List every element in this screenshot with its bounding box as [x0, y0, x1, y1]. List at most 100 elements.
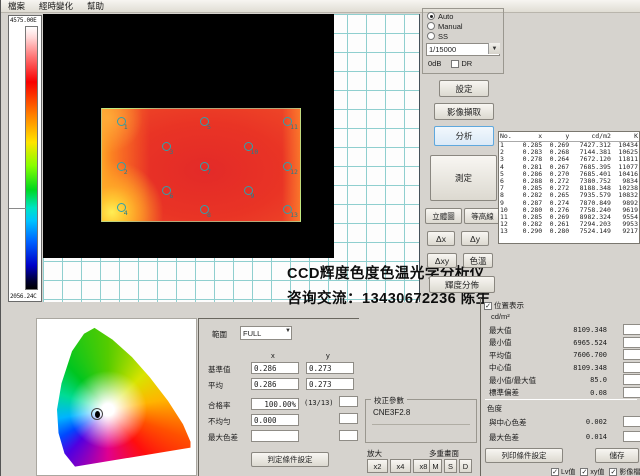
settings-button[interactable]: 設定 [439, 80, 489, 97]
scale-min-label: 2056.24C [10, 293, 37, 300]
probe-number: 4 [124, 209, 128, 217]
stat-box[interactable] [623, 349, 640, 360]
chevron-down-icon[interactable]: ▼ [488, 43, 500, 54]
radio-auto[interactable]: Auto [427, 11, 499, 21]
stat-box[interactable] [623, 362, 640, 373]
multi-button-M[interactable]: M [429, 459, 442, 473]
multi-button-S[interactable]: S [444, 459, 457, 473]
judge-condition-button[interactable]: 判定條件設定 [251, 452, 329, 467]
dr-label: DR [461, 59, 472, 68]
divider [372, 424, 470, 425]
probe-point-6: 6 [162, 186, 171, 195]
range-select[interactable]: FULL ▼ [240, 326, 292, 340]
save-checkbox-Lv值[interactable]: ✓Lv值 [551, 467, 575, 476]
save-checkbox-xy值[interactable]: ✓xy值 [580, 467, 604, 476]
chroma-section-label: 色度 [487, 403, 502, 414]
table-row[interactable]: 50.2860.2707685.40110416 [499, 171, 639, 178]
measurement-table[interactable]: No.xycd/m2K 10.2850.2697427.3121043420.2… [498, 131, 640, 244]
stat-value: 6965.524 [573, 339, 607, 347]
print-condition-button[interactable]: 列印條件設定 [485, 448, 563, 463]
solid3d-button[interactable]: 立體圖 [425, 208, 462, 224]
uniformity-value: 0.000 [251, 414, 299, 426]
table-cell: 0.290 [516, 228, 543, 235]
table-row[interactable]: 110.2850.2698982.3249554 [499, 214, 639, 221]
stat-box[interactable] [623, 324, 640, 335]
checkbox-icon[interactable]: ✓ [609, 468, 617, 476]
position-display-checkbox[interactable]: ✓ 位置表示 [484, 300, 524, 311]
dr-checkbox[interactable]: DR [451, 59, 472, 68]
probe-number: 6 [169, 192, 173, 200]
probe-number: 13 [290, 211, 298, 219]
table-cell: 7524.149 [570, 228, 612, 235]
table-row[interactable]: 120.2820.2617294.2039953 [499, 221, 639, 228]
stat-row-4: 最小值/最大值85.0 [489, 374, 639, 386]
delta-xy-button[interactable]: Δxy [427, 253, 457, 268]
checkbox-icon[interactable]: ✓ [484, 302, 492, 310]
stat-row-1: 最小值6965.524 [489, 337, 639, 349]
table-row[interactable]: 90.2870.2747870.8499892 [499, 200, 639, 207]
probe-point-4: 4 [117, 203, 126, 212]
checkbox-icon[interactable]: ✓ [551, 468, 559, 476]
capture-button[interactable]: 影像擷取 [434, 103, 494, 120]
analyze-button[interactable]: 分析 [434, 126, 494, 146]
radio-icon[interactable] [427, 32, 435, 40]
probe-number: 5 [207, 123, 211, 131]
stat-value: 7606.700 [573, 351, 607, 359]
delta-y-button[interactable]: Δy [461, 231, 489, 246]
calibration-value: CNE3F2.8 [373, 408, 410, 417]
probe-number: 12 [290, 168, 298, 176]
range-row-label: 基準值 [208, 364, 231, 375]
table-row[interactable]: 100.2800.2767758.2409619 [499, 207, 639, 214]
menu-file[interactable]: 檔案 [1, 0, 32, 13]
probe-number: 2 [124, 168, 128, 176]
radio-icon[interactable] [427, 12, 435, 20]
app-window: 檔案 經時變化 幫助 4575.00E 2056.24C 15113102712… [0, 0, 640, 476]
table-cell: 0.280 [543, 228, 570, 235]
delta-x-button[interactable]: Δx [427, 231, 455, 246]
contour-button[interactable]: 等高線 [464, 208, 501, 224]
checkbox-icon[interactable] [451, 60, 459, 68]
menu-help[interactable]: 幫助 [80, 0, 111, 13]
gain-row: 0dB DR [428, 59, 500, 68]
stat-box[interactable] [623, 387, 640, 398]
chevron-down-icon[interactable]: ▼ [285, 328, 291, 334]
stat-box[interactable] [623, 374, 640, 385]
zoom-button-x2[interactable]: x2 [367, 459, 388, 473]
stat-label: 中心值 [489, 362, 512, 373]
table-cell: 13 [499, 228, 516, 235]
range-row-y: 0.273 [306, 362, 354, 374]
zoom-button-x4[interactable]: x4 [390, 459, 411, 473]
table-row[interactable]: 80.2820.2657935.57910832 [499, 192, 639, 199]
measure-button[interactable]: 測定 [430, 155, 497, 201]
save-checkbox-影像檔[interactable]: ✓影像檔 [609, 467, 640, 476]
chroma-box[interactable] [623, 416, 640, 427]
radio-ss[interactable]: SS [427, 31, 499, 41]
col-y-header: y [326, 351, 330, 360]
camera-view[interactable]: 15113102712694813 [43, 14, 334, 258]
radio-manual[interactable]: Manual [427, 21, 499, 31]
stat-row-0: 最大值8109.348 [489, 324, 639, 336]
luminance-color-scale: 4575.00E 2056.24C [8, 15, 42, 302]
save-checkbox-label: Lv值 [561, 467, 575, 476]
probe-point-8: 8 [200, 205, 209, 214]
chroma-label: 與中心色差 [489, 417, 527, 428]
menu-bar: 檔案 經時變化 幫助 [1, 0, 640, 13]
cie-diagram-panel[interactable] [36, 318, 197, 476]
radio-label: Manual [438, 22, 463, 31]
stat-label: 最小值/最大值 [489, 375, 536, 386]
save-button[interactable]: 儲存 [595, 448, 639, 463]
shutter-speed-select[interactable]: 1/15000 ▼ [426, 43, 500, 56]
table-row[interactable]: 130.2900.2807524.1499217 [499, 228, 639, 235]
stat-value: 8109.348 [573, 326, 607, 334]
multi-button-D[interactable]: D [459, 459, 472, 473]
checkbox-icon[interactable]: ✓ [580, 468, 588, 476]
luminance-dist-button[interactable]: 輝度分佈 [429, 276, 495, 293]
chroma-box[interactable] [623, 431, 640, 442]
color-temp-button[interactable]: 色溫 [463, 253, 493, 268]
radio-label: SS [438, 32, 448, 41]
thermal-image[interactable]: 15113102712694813 [101, 108, 301, 222]
radio-icon[interactable] [427, 22, 435, 30]
menu-time-change[interactable]: 經時變化 [32, 0, 80, 13]
probe-point-11: 11 [283, 117, 292, 126]
stat-box[interactable] [623, 337, 640, 348]
